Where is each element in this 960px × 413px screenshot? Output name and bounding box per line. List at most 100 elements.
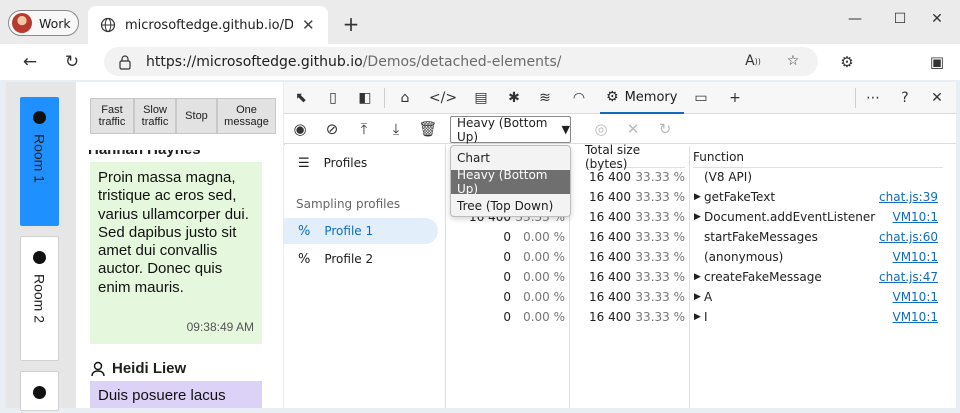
minimize-icon[interactable]: — <box>840 8 870 30</box>
sources-bug-icon[interactable]: ✱ <box>503 87 525 109</box>
author-name: Hannah Haynes <box>88 150 201 158</box>
stop-button[interactable]: Stop <box>176 98 217 134</box>
maximize-icon[interactable]: ☐ <box>885 8 915 30</box>
one-message-button[interactable]: One message <box>217 98 276 134</box>
total-size-cell: 16 400 <box>589 210 631 224</box>
profile-button[interactable]: Work <box>8 10 79 36</box>
console-icon[interactable]: ▤ <box>470 87 492 109</box>
close-window-icon[interactable]: ✕ <box>922 8 952 30</box>
more-tools-plus-icon[interactable]: + <box>724 87 746 109</box>
sidebar-item-profiles[interactable]: ☰ Profiles <box>284 150 438 176</box>
elements-icon[interactable]: </> <box>429 87 457 109</box>
exclude-icon[interactable]: ✕ <box>622 118 644 140</box>
self-size-cell: 0 <box>503 230 511 244</box>
expand-arrow-icon[interactable]: ▶ <box>694 187 704 207</box>
performance-icon[interactable]: ◠ <box>568 87 590 109</box>
room-3-button[interactable] <box>20 371 59 411</box>
room-1-button[interactable]: Room 1 <box>20 97 59 226</box>
url-host: microsoftedge.github.io <box>196 53 363 70</box>
column-header-function[interactable]: Function <box>693 146 943 168</box>
source-link[interactable]: VM10:1 <box>860 287 938 307</box>
source-link[interactable] <box>860 167 938 187</box>
refresh-icon[interactable]: ↻ <box>60 50 84 74</box>
url-text: https://microsoftedge.github.io/Demos/de… <box>146 54 561 70</box>
extensions-icon[interactable]: ⚙ <box>835 50 859 74</box>
source-link[interactable]: chat.js:60 <box>860 227 938 247</box>
sidebar-item-label: Profiles <box>323 156 368 170</box>
restore-icon[interactable]: ↻ <box>654 118 676 140</box>
sidebar-icon[interactable]: ▣ <box>925 50 949 74</box>
source-link[interactable]: VM10:1 <box>860 307 938 327</box>
inspect-icon[interactable]: ⬉ <box>290 87 312 109</box>
menu-item-heavy[interactable]: Heavy (Bottom Up) <box>451 168 570 196</box>
room-label: Room 2 <box>31 274 48 324</box>
dropdown-arrow-icon: ▼ <box>561 123 570 136</box>
self-size-cell: 0 <box>503 310 511 324</box>
message-author: Heidi Liew <box>90 360 186 377</box>
self-percent-cell: 0.00 % <box>523 250 565 264</box>
expand-arrow-icon[interactable]: ▶ <box>694 207 704 227</box>
view-select[interactable]: Heavy (Bottom Up) ▼ <box>450 116 571 144</box>
tab-memory[interactable]: ⚙ Memory <box>600 82 684 114</box>
expand-arrow-icon[interactable] <box>694 227 704 247</box>
source-link[interactable]: VM10:1 <box>860 207 938 227</box>
sidebar-item-label: Profile 1 <box>324 224 374 238</box>
fast-traffic-button[interactable]: Fast traffic <box>90 98 134 134</box>
sidebar-item-profile-2[interactable]: % Profile 2 <box>284 246 438 272</box>
close-tab-icon[interactable]: ✕ <box>302 16 315 34</box>
function-name-cell: I <box>704 310 708 324</box>
total-size-cell: 16 400 <box>589 230 631 244</box>
application-icon[interactable]: ▭ <box>690 87 712 109</box>
total-percent-cell: 33.33 % <box>635 190 685 204</box>
new-tab-icon[interactable]: + <box>341 12 361 36</box>
back-icon[interactable]: ← <box>18 50 42 74</box>
more-options-icon[interactable]: ⋯ <box>862 87 884 109</box>
expand-arrow-icon[interactable] <box>694 247 704 267</box>
self-size-cell: 0 <box>503 290 511 304</box>
menu-item-chart[interactable]: Chart <box>451 146 570 170</box>
address-bar[interactable]: https://microsoftedge.github.io/Demos/de… <box>104 47 818 76</box>
upload-icon[interactable]: ⤒ <box>353 118 375 140</box>
column-header-total[interactable]: Total size (bytes) <box>585 143 685 171</box>
expand-arrow-icon[interactable]: ▶ <box>694 287 704 307</box>
record-icon[interactable]: ◉ <box>289 118 311 140</box>
clear-icon[interactable]: ⊘ <box>321 118 343 140</box>
device-emulation-icon[interactable]: ▯ <box>322 87 344 109</box>
source-link[interactable]: VM10:1 <box>860 247 938 267</box>
message-time: 09:38:49 AM <box>186 320 254 334</box>
profile-icon: % <box>298 223 311 239</box>
network-wifi-icon[interactable]: ≋ <box>534 87 556 109</box>
welcome-home-icon[interactable]: ⌂ <box>394 87 416 109</box>
divider <box>855 88 856 108</box>
url-scheme: https:// <box>146 53 197 70</box>
sidebar-item-profile-1[interactable]: % Profile 1 <box>284 218 438 244</box>
delete-icon[interactable]: 🗑 <box>417 118 439 140</box>
download-icon[interactable]: ⤓ <box>385 118 407 140</box>
total-percent-cell: 33.33 % <box>635 210 685 224</box>
focus-eye-icon[interactable]: ◎ <box>590 118 612 140</box>
sidebar-item-label: Profile 2 <box>324 252 374 266</box>
tab-title: microsoftedge.github.io/Demos/detached-e… <box>125 17 293 33</box>
memory-tab-label: Memory <box>624 89 678 105</box>
expand-arrow-icon[interactable]: ▶ <box>694 307 704 327</box>
source-link[interactable]: chat.js:39 <box>860 187 938 207</box>
slow-traffic-button[interactable]: Slow traffic <box>134 98 176 134</box>
globe-icon <box>100 17 116 33</box>
help-icon[interactable]: ? <box>894 87 916 109</box>
favorite-star-icon[interactable]: ☆ <box>782 50 804 72</box>
read-aloud-icon[interactable]: A)) <box>742 50 764 72</box>
expand-arrow-icon[interactable] <box>694 167 704 187</box>
self-percent-cell: 0.00 % <box>523 270 565 284</box>
close-devtools-icon[interactable]: ✕ <box>926 87 948 109</box>
menu-item-tree[interactable]: Tree (Top Down) <box>451 194 570 216</box>
memory-chip-icon: ⚙ <box>606 89 619 105</box>
room-dot <box>33 111 46 124</box>
room-2-button[interactable]: Room 2 <box>20 236 59 361</box>
function-name-cell: A <box>704 290 713 304</box>
function-name-cell: createFakeMessage <box>704 270 822 284</box>
expand-arrow-icon[interactable]: ▶ <box>694 267 704 287</box>
dock-icon[interactable]: ◧ <box>354 87 376 109</box>
self-percent-cell: 0.00 % <box>523 290 565 304</box>
source-link[interactable]: chat.js:47 <box>860 267 938 287</box>
active-tab[interactable]: microsoftedge.github.io/Demos/detached-e… <box>88 6 328 44</box>
